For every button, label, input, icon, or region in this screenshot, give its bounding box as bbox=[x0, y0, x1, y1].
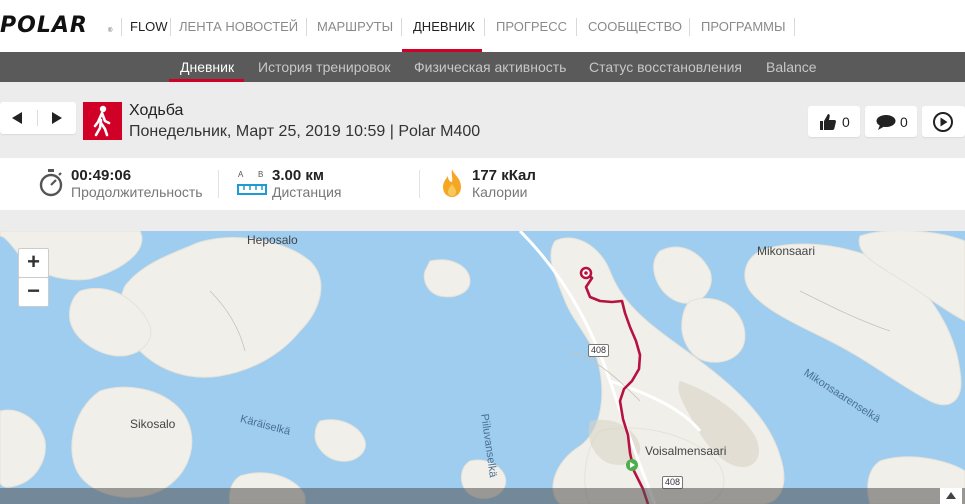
logo-registered-mark: ® bbox=[108, 28, 113, 34]
session-header: Ходьба Понедельник, Март 25, 2019 10:59 … bbox=[0, 82, 965, 158]
walking-icon bbox=[93, 105, 111, 137]
subnav-item-balance[interactable]: Balance bbox=[766, 52, 817, 82]
sport-name: Ходьба bbox=[129, 102, 184, 119]
stats-separator bbox=[419, 170, 420, 198]
distance-value: 3.00 км bbox=[272, 167, 324, 184]
scroll-up-icon[interactable] bbox=[940, 488, 962, 504]
prev-arrow-icon bbox=[12, 112, 22, 124]
nav-item-diary[interactable]: ДНЕВНИК bbox=[413, 0, 475, 52]
zoom-in-button[interactable]: + bbox=[18, 248, 49, 278]
duration-label: Продолжительность bbox=[71, 184, 203, 200]
map-label-heposalo: Heposalo bbox=[247, 233, 298, 247]
map-bottom-bar bbox=[0, 488, 965, 504]
polar-logo[interactable]: POLAR ® bbox=[0, 14, 112, 38]
nav-item-programs[interactable]: ПРОГРАММЫ bbox=[701, 0, 786, 52]
map-label-voisalmensaari: Voisalmensaari bbox=[645, 444, 727, 458]
play-icon bbox=[933, 112, 953, 132]
distance-ruler-icon: A B bbox=[237, 170, 267, 198]
duration-value: 00:49:06 bbox=[71, 167, 132, 184]
nav-separator bbox=[576, 18, 577, 36]
top-navigation: POLAR ® FLOW ЛЕНТА НОВОСТЕЙ МАРШРУТЫ ДНЕ… bbox=[0, 0, 965, 53]
distance-point-b: B bbox=[258, 170, 264, 179]
zoom-out-button[interactable]: − bbox=[18, 277, 49, 307]
nav-separator bbox=[121, 18, 122, 36]
stopwatch-icon bbox=[39, 169, 63, 197]
route-start-inner bbox=[584, 271, 588, 275]
session-pager bbox=[0, 102, 76, 134]
session-details: Понедельник, Март 25, 2019 10:59 | Polar… bbox=[129, 123, 481, 140]
nav-item-community[interactable]: СООБЩЕСТВО bbox=[588, 0, 682, 52]
like-count: 0 bbox=[842, 114, 850, 130]
map-canvas[interactable] bbox=[0, 231, 965, 504]
nav-item-routes[interactable]: МАРШРУТЫ bbox=[317, 0, 393, 52]
like-button[interactable]: 0 bbox=[808, 106, 860, 137]
subnav-item-recovery-status[interactable]: Статус восстановления bbox=[589, 52, 742, 82]
subnav-item-training-history[interactable]: История тренировок bbox=[258, 52, 390, 82]
previous-session-button[interactable] bbox=[0, 102, 37, 134]
session-stats: 00:49:06 Продолжительность A B 3.00 км Д… bbox=[0, 158, 965, 210]
road-number-shield: 408 bbox=[588, 344, 610, 357]
comment-count: 0 bbox=[900, 114, 908, 130]
next-arrow-icon bbox=[52, 112, 62, 124]
map-label-mikonsaari: Mikonsaari bbox=[757, 244, 816, 258]
calories-label: Калории bbox=[472, 184, 528, 200]
nav-separator bbox=[170, 18, 171, 36]
nav-separator bbox=[794, 18, 795, 36]
nav-item-progress[interactable]: ПРОГРЕСС bbox=[496, 0, 567, 52]
stats-separator bbox=[218, 170, 219, 198]
subnav-item-activity[interactable]: Физическая активность bbox=[414, 52, 566, 82]
nav-separator bbox=[401, 18, 402, 36]
nav-item-news-feed[interactable]: ЛЕНТА НОВОСТЕЙ bbox=[179, 0, 298, 52]
nav-separator bbox=[484, 18, 485, 36]
next-session-button[interactable] bbox=[38, 102, 75, 134]
replay-button[interactable] bbox=[922, 106, 965, 137]
thumbs-up-icon bbox=[820, 114, 836, 130]
nav-flow[interactable]: FLOW bbox=[130, 0, 168, 52]
nav-separator bbox=[306, 18, 307, 36]
route-map[interactable]: Heposalo Mikonsaari Sikosalo Voisalmensa… bbox=[0, 231, 965, 504]
sport-badge bbox=[83, 102, 122, 140]
comment-icon bbox=[876, 115, 896, 130]
subnav-item-diary[interactable]: Дневник bbox=[180, 52, 234, 82]
map-label-sikosalo: Sikosalo bbox=[130, 417, 176, 431]
distance-label: Дистанция bbox=[272, 184, 342, 200]
flame-icon bbox=[443, 169, 461, 197]
logo-text: POLAR bbox=[0, 13, 88, 38]
comment-button[interactable]: 0 bbox=[865, 106, 917, 137]
sub-navigation: Дневник История тренировок Физическая ак… bbox=[0, 52, 965, 82]
calories-value: 177 кКал bbox=[472, 167, 536, 184]
nav-separator bbox=[689, 18, 690, 36]
distance-point-a: A bbox=[238, 170, 244, 179]
